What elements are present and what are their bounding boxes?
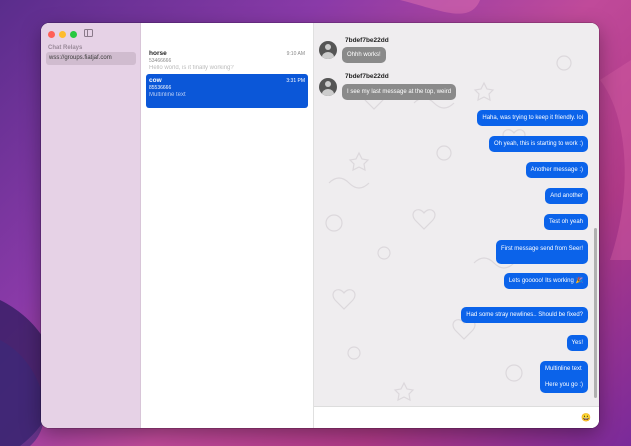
conversation-time: 3:31 PM (286, 78, 305, 84)
outgoing-message: Test oh yeah (543, 214, 588, 230)
conversation-preview: Multinline text (149, 92, 186, 98)
sidebar: Chat Relays wss://groups.fiatjaf.com (41, 23, 141, 428)
conversation-name: cow (149, 77, 162, 84)
avatar (319, 41, 337, 59)
message-line: Multinline text (544, 366, 582, 372)
app-window: Chat Relays wss://groups.fiatjaf.com hor… (41, 23, 599, 428)
outgoing-message-multiline: Multinline text Here you go :) (539, 361, 588, 393)
sidebar-heading: Chat Relays (48, 45, 83, 51)
relay-item[interactable]: wss://groups.fiatjaf.com (46, 52, 136, 65)
outgoing-message: First message send from Seer! (495, 240, 588, 264)
minimize-button[interactable] (59, 31, 66, 38)
zoom-button[interactable] (70, 31, 77, 38)
close-button[interactable] (48, 31, 55, 38)
scrollbar[interactable] (594, 228, 597, 398)
incoming-message: Ohhh works! (342, 47, 386, 63)
outgoing-message: Another message :) (525, 162, 588, 178)
conversation-item-cow[interactable]: cow 3:31 PM 85536666 Multinline text (146, 74, 308, 108)
outgoing-message: Haha, was trying to keep it friendly. lo… (477, 110, 588, 126)
message-sender: 7bdef7be22dd (345, 73, 389, 80)
outgoing-message: Had some stray newlines.. Should be fixe… (461, 307, 588, 323)
outgoing-message: Yes! (566, 335, 588, 351)
outgoing-message: Oh yeah, this is starting to work :) (488, 136, 588, 152)
message-line: Here you go :) (544, 382, 583, 388)
conversation-id: 85536666 (149, 85, 172, 91)
emoji-icon[interactable]: 😀 (581, 413, 591, 422)
incoming-message: I see my last message at the top, weird (342, 84, 457, 100)
conversation-name: horse (149, 50, 167, 57)
conversation-time: 9:10 AM (286, 51, 305, 57)
conversation-preview: Hello world, is it finally working? (149, 65, 234, 71)
avatar (319, 78, 337, 96)
outgoing-message: And another (545, 188, 588, 204)
sidebar-toggle-icon[interactable] (84, 29, 93, 37)
window-controls (48, 31, 77, 38)
message-input-bar[interactable]: 😀 (314, 406, 599, 428)
outgoing-message: Lets gooooo! Its working 🎉 (503, 273, 588, 289)
conversation-id: 53466666 (149, 58, 172, 64)
chat-pane: 7bdef7be22dd Ohhh works! 7bdef7be22dd I … (314, 23, 599, 428)
message-sender: 7bdef7be22dd (345, 37, 389, 44)
conversation-list: horse 9:10 AM 53466666 Hello world, is i… (141, 23, 314, 428)
